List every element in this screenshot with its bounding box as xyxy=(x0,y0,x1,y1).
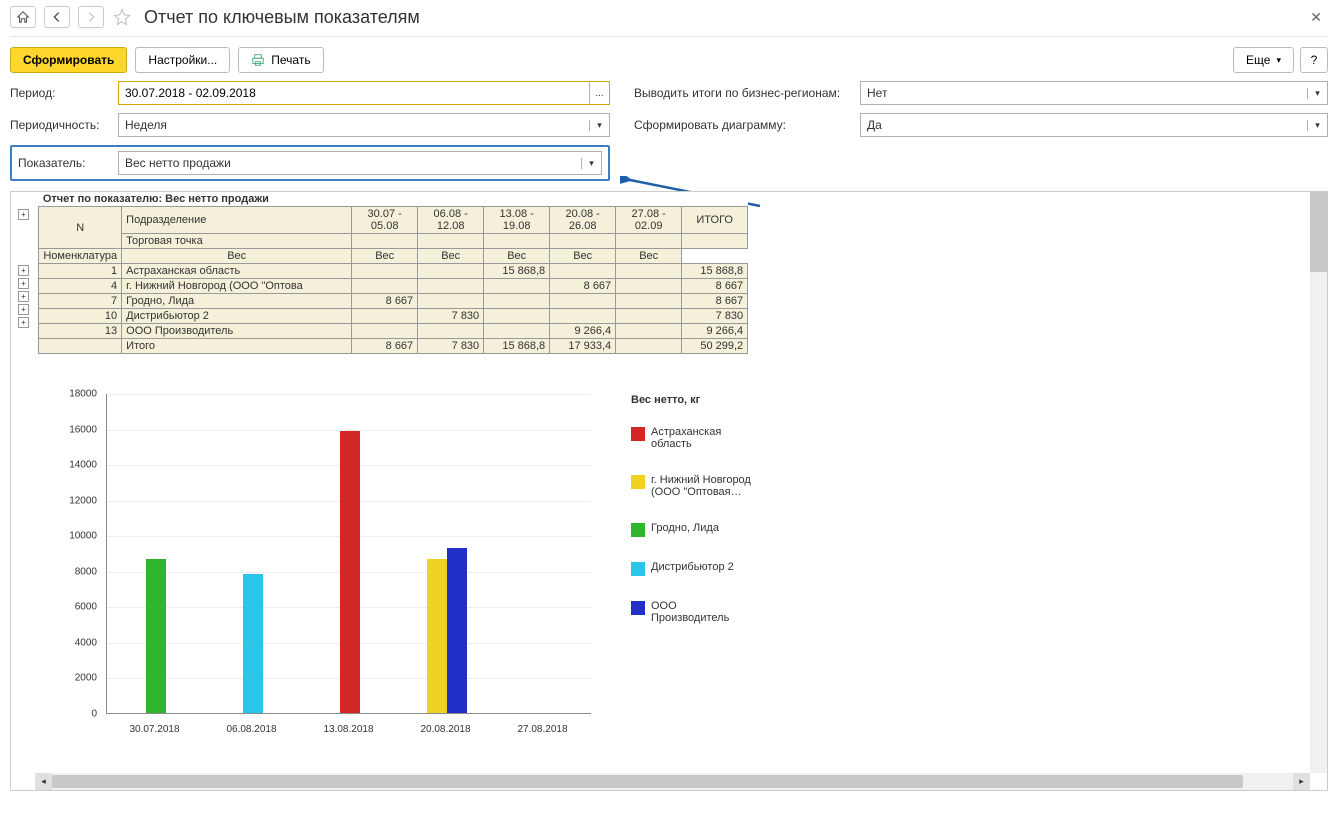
expand-button[interactable]: + xyxy=(18,265,29,276)
chevron-down-icon: ▾ xyxy=(1276,55,1281,66)
legend-item: г. Нижний Новгород (ООО "Оптовая… xyxy=(631,474,751,498)
chart-bar xyxy=(243,574,263,713)
expand-button[interactable]: + xyxy=(18,209,29,220)
regions-select[interactable]: Нет ▾ xyxy=(860,81,1328,105)
report-viewport[interactable]: + + + + + + Отчет по показателю: Вес нетто пр… xyxy=(10,191,1328,791)
legend-item: ООО Производитель xyxy=(631,600,751,624)
diagram-select[interactable]: Да ▾ xyxy=(860,113,1328,137)
chart-bar xyxy=(447,548,467,713)
expand-button[interactable]: + xyxy=(18,291,29,302)
chart-bar xyxy=(427,559,447,713)
regions-label: Выводить итоги по бизнес-регионам: xyxy=(634,86,852,100)
printer-icon xyxy=(251,53,265,67)
print-button[interactable]: Печать xyxy=(238,47,323,73)
chevron-down-icon: ▾ xyxy=(1307,120,1327,131)
indicator-label: Показатель: xyxy=(18,156,110,170)
page-title: Отчет по ключевым показателям xyxy=(144,7,420,28)
chevron-down-icon: ▾ xyxy=(589,120,609,131)
legend-item: Астраханская область xyxy=(631,426,751,450)
indicator-select[interactable]: Вес нетто продажи ▾ xyxy=(118,151,602,175)
settings-button[interactable]: Настройки... xyxy=(135,47,230,73)
close-button[interactable]: ✕ xyxy=(1304,7,1328,28)
period-label: Период: xyxy=(10,86,110,100)
expand-button[interactable]: + xyxy=(18,317,29,328)
table-row[interactable]: 4г. Нижний Новгород (ООО "Оптова8 6678 6… xyxy=(39,279,748,294)
diagram-label: Сформировать диаграмму: xyxy=(634,118,852,132)
chevron-down-icon: ▾ xyxy=(1307,88,1327,99)
chart-area: 0200040006000800010000120001400016000180… xyxy=(51,394,1327,744)
scroll-right-button[interactable]: ▸ xyxy=(1293,773,1310,790)
periodicity-select[interactable]: Неделя ▾ xyxy=(118,113,610,137)
favorite-icon[interactable] xyxy=(112,7,132,27)
periodicity-label: Периодичность: xyxy=(10,118,110,132)
chart-bar xyxy=(146,559,166,713)
table-row[interactable]: 1Астраханская область15 868,815 868,8 xyxy=(39,264,748,279)
more-button[interactable]: Еще ▾ xyxy=(1233,47,1294,73)
vertical-scrollbar[interactable] xyxy=(1310,192,1327,773)
help-button[interactable]: ? xyxy=(1300,47,1328,73)
period-input-wrap: ... xyxy=(118,81,610,105)
table-row[interactable]: 13ООО Производитель9 266,49 266,4 xyxy=(39,324,748,339)
horizontal-scrollbar[interactable]: ◂ ▸ xyxy=(35,773,1310,790)
table-row[interactable]: 10Дистрибьютор 27 8307 830 xyxy=(39,309,748,324)
legend-item: Дистрибьютор 2 xyxy=(631,561,751,576)
expand-button[interactable]: + xyxy=(18,304,29,315)
report-table-title: Отчет по показателю: Вес нетто продажи xyxy=(39,192,748,207)
table-row[interactable]: 7Гродно, Лида8 6678 667 xyxy=(39,294,748,309)
indicator-highlighted-wrap: Показатель: Вес нетто продажи ▾ xyxy=(10,145,610,181)
back-button[interactable] xyxy=(44,6,70,28)
period-picker-button[interactable]: ... xyxy=(589,82,609,104)
report-table: Отчет по показателю: Вес нетто продажи N… xyxy=(38,192,748,354)
legend-item: Гродно, Лида xyxy=(631,522,751,537)
expand-button[interactable]: + xyxy=(18,278,29,289)
chart-bar xyxy=(340,431,360,713)
period-input[interactable] xyxy=(119,82,589,104)
generate-button[interactable]: Сформировать xyxy=(10,47,127,73)
forward-button[interactable] xyxy=(78,6,104,28)
home-button[interactable] xyxy=(10,6,36,28)
chevron-down-icon: ▾ xyxy=(581,158,601,169)
scroll-left-button[interactable]: ◂ xyxy=(35,773,52,790)
chart-title: Вес нетто, кг xyxy=(631,394,751,406)
